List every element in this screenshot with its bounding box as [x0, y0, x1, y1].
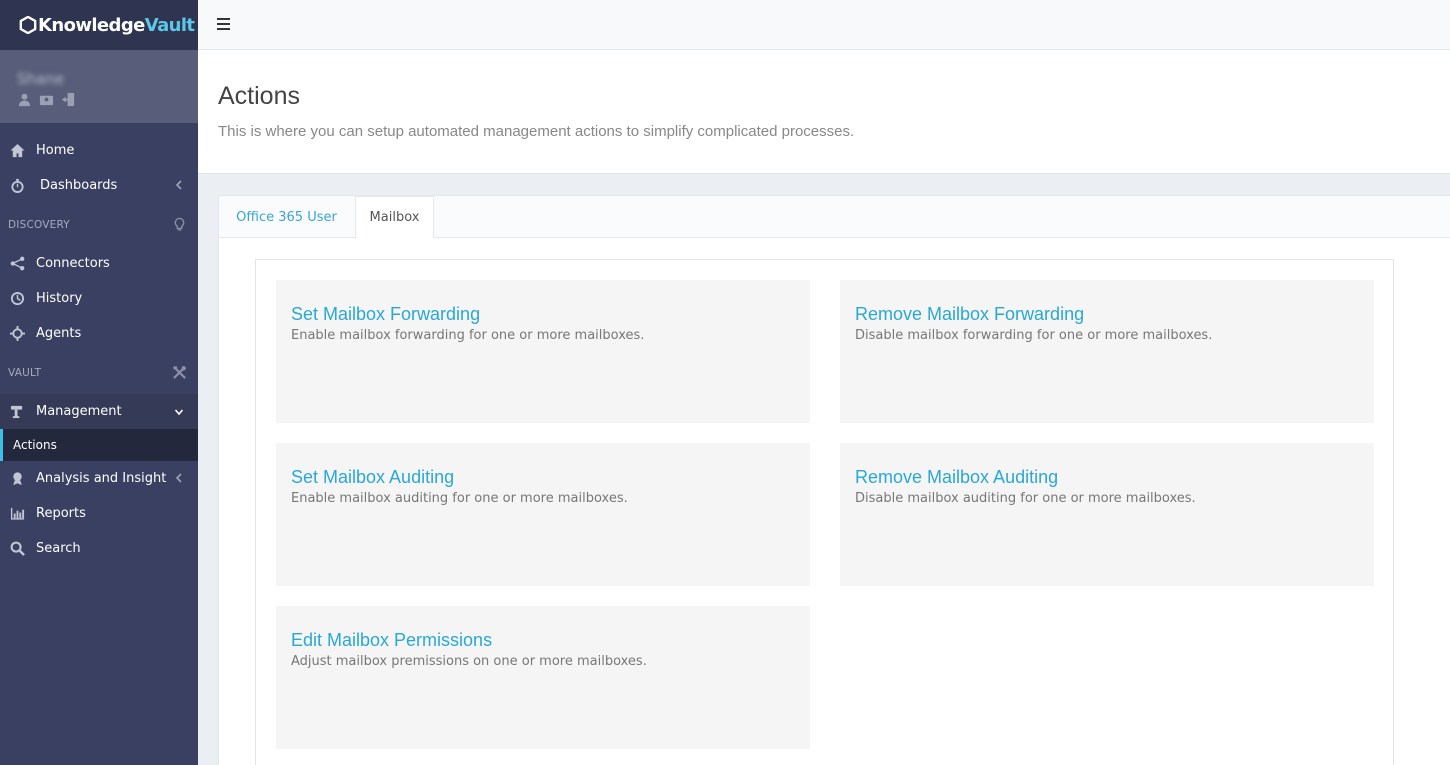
chevron-left-icon [175, 473, 182, 483]
gavel-icon [10, 405, 22, 419]
sidebar-item-label: Connectors [36, 256, 110, 271]
page-subtitle: This is where you can setup automated ma… [218, 123, 855, 140]
hexagon-logo-icon [19, 16, 37, 34]
action-card-description: Disable mailbox auditing for one or more… [855, 491, 1196, 506]
user-panel: Shane [0, 50, 198, 123]
sidebar-item-connectors[interactable]: Connectors [0, 246, 198, 281]
sidebar-subitem-actions[interactable]: Actions [0, 429, 198, 461]
logo[interactable]: KnowledgeVault [0, 0, 198, 50]
sidebar-item-management[interactable]: Management [0, 394, 198, 429]
sidebar-item-label: Management [36, 404, 122, 419]
sidebar-item-label: Search [36, 541, 81, 556]
share-icon [10, 256, 24, 271]
sidebar-item-analysis-and-insight[interactable]: Analysis and Insight [0, 461, 198, 496]
actions-panel: Office 365 User Mailbox Set Mailbox Forw… [218, 195, 1450, 765]
lightbulb-icon [174, 217, 185, 231]
tab-mailbox[interactable]: Mailbox [355, 196, 434, 239]
search-icon [10, 541, 25, 556]
chevron-left-icon [175, 180, 182, 190]
sidebar-item-home[interactable]: Home [0, 133, 198, 168]
action-card-set-mailbox-auditing[interactable]: Set Mailbox Auditing Enable mailbox audi… [276, 443, 810, 586]
section-vault: VAULT [0, 351, 198, 394]
page-header: Actions This is where you can setup auto… [198, 50, 1450, 174]
action-card-remove-mailbox-auditing[interactable]: Remove Mailbox Auditing Disable mailbox … [840, 443, 1374, 586]
section-discovery: DISCOVERY [0, 203, 198, 246]
bar-chart-icon [10, 507, 24, 520]
page-title: Actions [218, 82, 300, 110]
action-card-edit-mailbox-permissions[interactable]: Edit Mailbox Permissions Adjust mailbox … [276, 606, 810, 749]
sidebar-item-label: Analysis and Insight [36, 471, 167, 486]
action-card-set-mailbox-forwarding[interactable]: Set Mailbox Forwarding Enable mailbox fo… [276, 280, 810, 423]
tools-icon [173, 366, 186, 379]
sidebar-item-label: Home [36, 143, 75, 158]
sidebar-item-label: Agents [36, 326, 82, 341]
sidebar-item-label: History [36, 291, 83, 306]
home-icon [9, 143, 25, 158]
tab-bar: Office 365 User Mailbox [219, 196, 1450, 239]
action-card-description: Adjust mailbox premissions on one or mor… [291, 654, 647, 669]
action-card-title[interactable]: Remove Mailbox Auditing [855, 467, 1359, 488]
hamburger-menu-icon[interactable] [217, 18, 230, 30]
profile-icon[interactable] [17, 92, 32, 107]
sidebar-item-search[interactable]: Search [0, 531, 198, 566]
sidebar-item-dashboards[interactable]: Dashboards [0, 168, 198, 203]
logo-text: KnowledgeVault [38, 14, 195, 36]
award-icon [12, 472, 22, 486]
tab-office-365-user[interactable]: Office 365 User [219, 196, 354, 239]
chevron-down-icon [174, 409, 184, 416]
contacts-icon[interactable] [39, 92, 54, 107]
sidebar: KnowledgeVault Shane Home Dashboards DIS… [0, 0, 198, 765]
logout-icon[interactable] [61, 92, 76, 107]
action-card-title[interactable]: Remove Mailbox Forwarding [855, 304, 1359, 325]
mailbox-actions-grid: Set Mailbox Forwarding Enable mailbox fo… [255, 259, 1394, 765]
top-bar [198, 0, 1450, 50]
sidebar-item-label: Reports [36, 506, 86, 521]
stopwatch-icon [10, 178, 24, 193]
user-name: Shane [17, 70, 64, 88]
action-card-title[interactable]: Set Mailbox Forwarding [291, 304, 795, 325]
crosshair-icon [9, 326, 25, 341]
action-card-description: Enable mailbox auditing for one or more … [291, 491, 628, 506]
action-card-remove-mailbox-forwarding[interactable]: Remove Mailbox Forwarding Disable mailbo… [840, 280, 1374, 423]
history-icon [10, 291, 24, 306]
sidebar-item-reports[interactable]: Reports [0, 496, 198, 531]
sidebar-subitem-label: Actions [13, 438, 57, 452]
sidebar-item-label: Dashboards [40, 178, 118, 193]
action-card-description: Enable mailbox forwarding for one or mor… [291, 328, 645, 343]
action-card-title[interactable]: Set Mailbox Auditing [291, 467, 795, 488]
action-card-description: Disable mailbox forwarding for one or mo… [855, 328, 1213, 343]
sidebar-item-history[interactable]: History [0, 281, 198, 316]
action-card-title[interactable]: Edit Mailbox Permissions [291, 630, 795, 651]
sidebar-item-agents[interactable]: Agents [0, 316, 198, 351]
